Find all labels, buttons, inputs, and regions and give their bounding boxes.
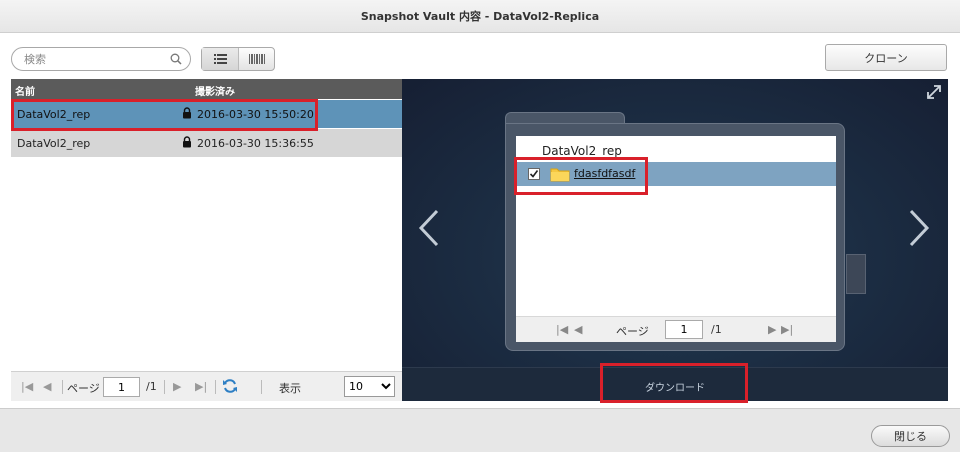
clone-button[interactable]: クローン (825, 44, 947, 71)
search-input[interactable] (24, 51, 164, 67)
download-button[interactable]: ダウンロード (601, 368, 749, 401)
folder-window: DataVol2_rep fdasfdfasdf |◀ ◀ ページ /1 (505, 123, 845, 351)
table-row[interactable]: DataVol2_rep 2016-03-30 15:36:55 (11, 129, 402, 157)
thumbnail-view-icon (249, 54, 265, 64)
item-checkbox[interactable] (528, 168, 540, 180)
close-button[interactable]: 閉じる (871, 425, 950, 447)
search-box[interactable] (11, 47, 191, 71)
folder-pager: |◀ ◀ ページ /1 ▶ ▶| (516, 316, 836, 342)
display-label: 表示 (279, 382, 301, 395)
snapshot-list-panel: 名前 撮影済み DataVol2_rep 2016-03-30 15:50:20… (11, 79, 402, 401)
page-total: /1 (711, 323, 722, 336)
page-number-input[interactable] (665, 320, 703, 339)
dialog-footer: 閉じる (0, 408, 960, 452)
last-page-icon[interactable]: ▶| (781, 323, 793, 336)
page-total: /1 (146, 380, 157, 393)
page-label: ページ (616, 325, 649, 338)
column-taken-header[interactable]: 撮影済み (195, 83, 235, 98)
thumbnail-view-button[interactable] (239, 48, 276, 70)
per-page-select[interactable]: 10 (344, 376, 395, 397)
table-header: 名前 撮影済み (11, 79, 402, 99)
pager-divider (261, 380, 262, 394)
snapshot-taken: 2016-03-30 15:36:55 (197, 137, 314, 150)
next-page-icon[interactable]: ▶ (768, 323, 776, 336)
next-arrow-icon[interactable] (908, 209, 930, 250)
folder-path: DataVol2_rep (542, 144, 622, 158)
prev-page-icon[interactable]: ◀ (43, 380, 51, 393)
next-page-icon[interactable]: ▶ (173, 380, 181, 393)
column-name-header[interactable]: 名前 (15, 83, 35, 98)
item-name[interactable]: fdasfdfasdf (574, 167, 635, 180)
prev-arrow-icon[interactable] (418, 209, 440, 250)
expand-icon[interactable] (926, 84, 942, 103)
list-view-icon (214, 54, 227, 64)
pager-divider (215, 380, 216, 394)
lock-icon (182, 107, 192, 122)
file-browser-panel: DataVol2_rep fdasfdfasdf |◀ ◀ ページ /1 (402, 79, 948, 401)
first-page-icon[interactable]: |◀ (21, 380, 33, 393)
page-label: ページ (67, 382, 100, 395)
snapshot-name: DataVol2_rep (17, 108, 91, 121)
first-page-icon[interactable]: |◀ (556, 323, 568, 336)
folder-side-panel (846, 254, 866, 294)
lock-icon (182, 136, 192, 151)
table-row[interactable]: DataVol2_rep 2016-03-30 15:50:20 (11, 100, 402, 128)
last-page-icon[interactable]: ▶| (195, 380, 207, 393)
window-title: Snapshot Vault 内容 - DataVol2-Replica (0, 0, 960, 33)
download-bar: ダウンロード (402, 367, 948, 401)
view-toggle (201, 47, 275, 71)
folder-icon (550, 166, 570, 185)
refresh-icon[interactable] (222, 378, 238, 397)
list-item[interactable]: fdasfdfasdf (516, 162, 836, 186)
snapshot-taken: 2016-03-30 15:50:20 (197, 108, 314, 121)
snapshot-name: DataVol2_rep (17, 137, 91, 150)
list-pager: |◀ ◀ ページ /1 ▶ ▶| 表示 10 (11, 371, 402, 401)
search-icon[interactable] (170, 53, 182, 68)
snapshot-vault-window: Snapshot Vault 内容 - DataVol2-Replica クロー… (0, 0, 960, 452)
pager-divider (62, 380, 63, 394)
pager-divider (164, 380, 165, 394)
list-view-button[interactable] (202, 48, 239, 70)
prev-page-icon[interactable]: ◀ (574, 323, 582, 336)
page-number-input[interactable] (103, 377, 140, 397)
folder-contents: DataVol2_rep fdasfdfasdf |◀ ◀ ページ /1 (516, 136, 836, 342)
